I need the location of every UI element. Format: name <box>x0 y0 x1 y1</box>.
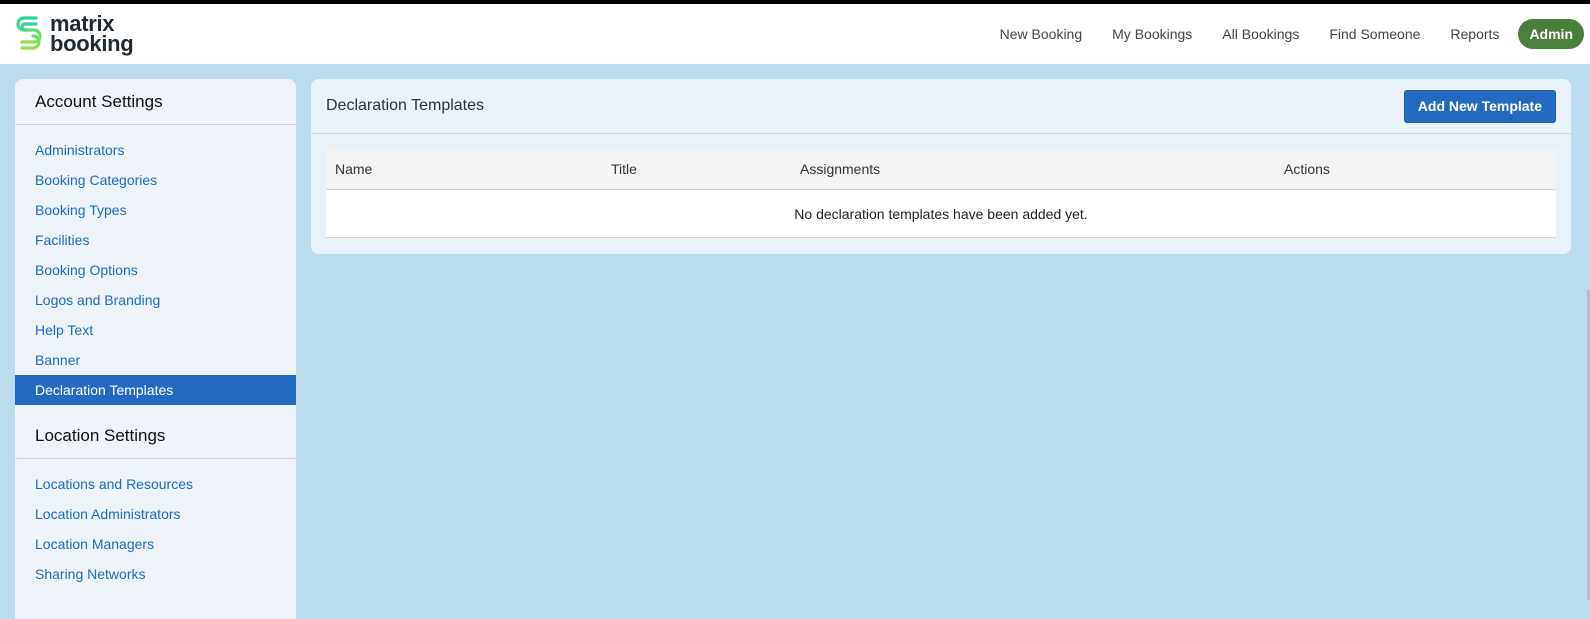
empty-state-row: No declaration templates have been added… <box>326 190 1556 238</box>
nav-all-bookings[interactable]: All Bookings <box>1207 19 1314 49</box>
sidebar-item-help-text[interactable]: Help Text <box>15 315 296 345</box>
sidebar-item-declaration-templates[interactable]: Declaration Templates <box>15 375 296 405</box>
sidebar-item-sharing-networks[interactable]: Sharing Networks <box>15 559 296 589</box>
account-settings-list: Administrators Booking Categories Bookin… <box>15 125 296 413</box>
page-title: Declaration Templates <box>326 97 485 114</box>
sidebar-item-booking-types[interactable]: Booking Types <box>15 195 296 225</box>
nav-reports[interactable]: Reports <box>1435 19 1514 49</box>
matrix-logo-icon <box>16 16 42 50</box>
sidebar-item-location-administrators[interactable]: Location Administrators <box>15 499 296 529</box>
sidebar-item-booking-options[interactable]: Booking Options <box>15 255 296 285</box>
column-header-name[interactable]: Name <box>335 149 372 190</box>
logo-wordmark: matrix booking <box>50 13 134 56</box>
sidebar-item-facilities[interactable]: Facilities <box>15 225 296 255</box>
sidebar-item-banner[interactable]: Banner <box>15 345 296 375</box>
empty-state-message: No declaration templates have been added… <box>794 205 1088 222</box>
declaration-templates-panel: Declaration Templates Add New Template N… <box>311 79 1571 254</box>
location-settings-heading: Location Settings <box>15 413 296 459</box>
column-header-assignments[interactable]: Assignments <box>800 149 880 190</box>
panel-header: Declaration Templates Add New Template <box>311 79 1571 134</box>
sidebar-item-locations-and-resources[interactable]: Locations and Resources <box>15 469 296 499</box>
app-header: matrix booking New Booking My Bookings A… <box>0 4 1590 64</box>
account-settings-heading: Account Settings <box>15 79 296 125</box>
nav-admin-button[interactable]: Admin <box>1518 19 1584 49</box>
nav-new-booking[interactable]: New Booking <box>985 19 1098 49</box>
column-header-title[interactable]: Title <box>611 149 637 190</box>
app-logo[interactable]: matrix booking <box>14 13 134 56</box>
nav-my-bookings[interactable]: My Bookings <box>1097 19 1207 49</box>
add-new-template-button[interactable]: Add New Template <box>1403 89 1556 123</box>
sidebar-item-logos-and-branding[interactable]: Logos and Branding <box>15 285 296 315</box>
templates-table: Name Title Assignments Actions No declar… <box>326 149 1556 238</box>
main-nav: New Booking My Bookings All Bookings Fin… <box>985 19 1584 49</box>
settings-sidebar: Account Settings Administrators Booking … <box>15 79 296 619</box>
sidebar-item-location-managers[interactable]: Location Managers <box>15 529 296 559</box>
location-settings-list: Locations and Resources Location Adminis… <box>15 459 296 597</box>
sidebar-item-administrators[interactable]: Administrators <box>15 135 296 165</box>
logo-word-booking: booking <box>50 31 134 56</box>
nav-find-someone[interactable]: Find Someone <box>1314 19 1435 49</box>
sidebar-item-booking-categories[interactable]: Booking Categories <box>15 165 296 195</box>
table-header-row: Name Title Assignments Actions <box>326 149 1556 190</box>
column-header-actions: Actions <box>1284 161 1330 177</box>
